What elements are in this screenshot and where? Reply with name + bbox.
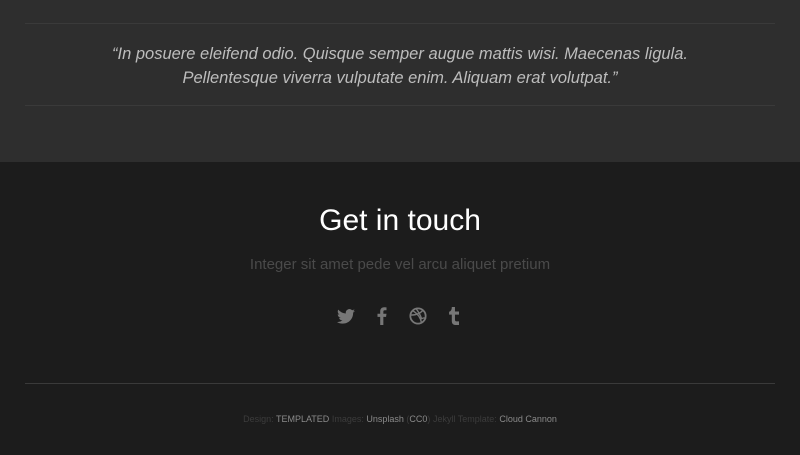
templated-link[interactable]: TEMPLATED xyxy=(276,414,329,424)
quote-line: Pellentesque viverra vulputate enim. Ali… xyxy=(182,69,618,87)
jekyll-label: Jekyll Template: xyxy=(432,414,497,424)
divider xyxy=(25,105,775,106)
divider xyxy=(25,383,775,384)
tumblr-icon[interactable] xyxy=(444,305,464,327)
facebook-icon[interactable] xyxy=(372,305,392,327)
cc0-link[interactable]: CC0 xyxy=(409,414,427,424)
contact-title: Get in touch xyxy=(319,204,481,237)
unsplash-link[interactable]: Unsplash xyxy=(366,414,404,424)
cloud-cannon-link[interactable]: Cloud Cannon xyxy=(499,414,557,424)
paren: ) xyxy=(427,414,431,424)
testimonial-quote: “In posuere eleifend odio. Quisque sempe… xyxy=(0,42,800,90)
testimonial-section: “In posuere eleifend odio. Quisque sempe… xyxy=(0,0,800,162)
divider xyxy=(25,23,775,24)
design-label: Design: xyxy=(243,414,274,424)
contact-section: Get in touch Integer sit amet pede vel a… xyxy=(0,162,800,455)
twitter-icon[interactable] xyxy=(336,305,356,327)
contact-subtitle: Integer sit amet pede vel arcu aliquet p… xyxy=(249,256,551,273)
dribbble-icon[interactable] xyxy=(408,305,428,327)
images-label: Images: xyxy=(331,414,364,424)
footer-credits: Design: TEMPLATED Images: Unsplash (CC0)… xyxy=(0,414,800,424)
quote-line: “In posuere eleifend odio. Quisque sempe… xyxy=(112,45,688,63)
social-icons xyxy=(0,305,800,327)
